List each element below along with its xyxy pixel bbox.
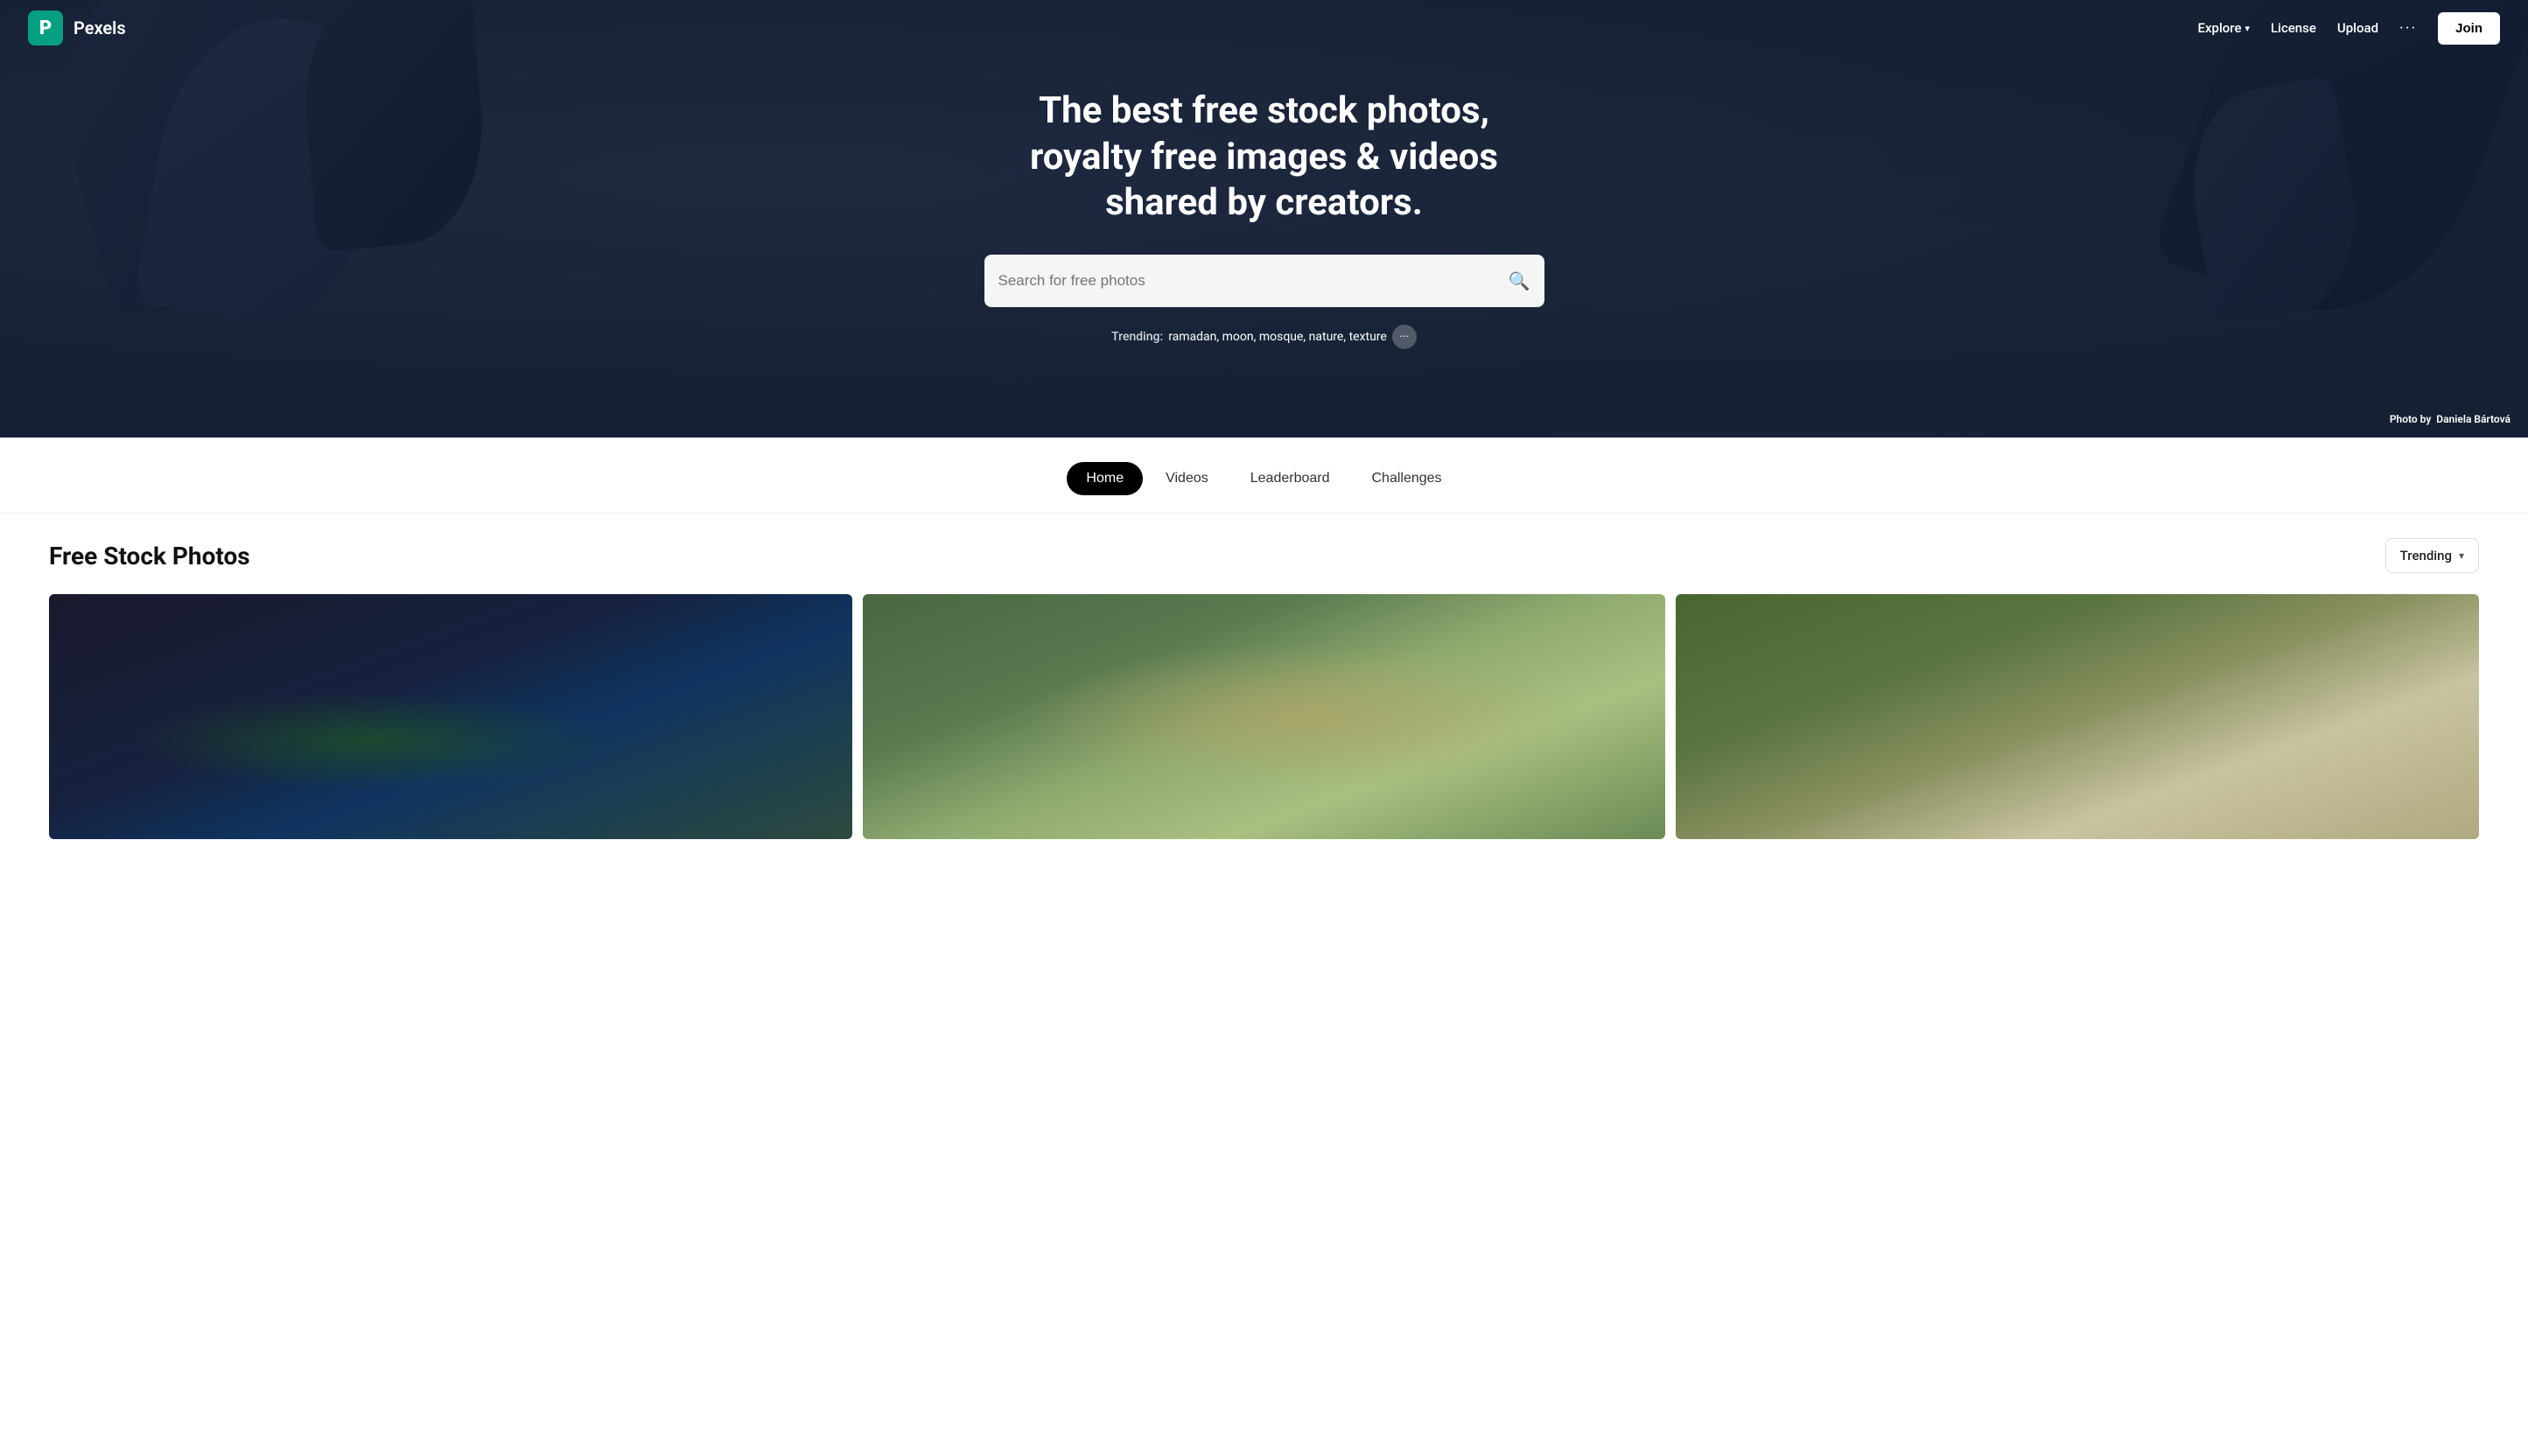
tab-videos[interactable]: Videos [1146,462,1228,495]
trending-links[interactable]: ramadan, moon, mosque, nature, texture [1168,330,1387,344]
trending-label: Trending: [1111,330,1163,344]
tab-leaderboard[interactable]: Leaderboard [1231,462,1349,495]
photo-credit: Photo by Daniela Bártová [2390,413,2510,425]
more-nav-button[interactable]: ··· [2399,19,2417,38]
upload-nav-link[interactable]: Upload [2337,20,2378,36]
sort-chevron-icon: ▾ [2459,550,2464,562]
content-section: Free Stock Photos Trending ▾ [0,514,2528,839]
explore-nav-link[interactable]: Explore ▾ [2198,20,2251,36]
photo-grid [49,594,2479,839]
hero-content: The best free stock photos, royalty free… [0,0,2528,438]
navbar: P Pexels Explore ▾ License Upload ··· Jo… [0,0,2528,56]
tab-challenges[interactable]: Challenges [1353,462,1461,495]
search-bar: 🔍 [984,255,1544,307]
photo-card-2[interactable] [863,594,1666,839]
trending-more-button[interactable]: ··· [1392,325,1417,349]
brand-name: Pexels [74,18,126,38]
navbar-right: Explore ▾ License Upload ··· Join [2198,12,2501,45]
photo-card-1[interactable] [49,594,852,839]
photo-card-3[interactable] [1676,594,2479,839]
license-nav-link[interactable]: License [2271,20,2316,36]
trending-row: Trending: ramadan, moon, mosque, nature,… [1111,325,1417,349]
search-icon[interactable]: 🔍 [1509,270,1530,291]
photo-credit-author[interactable]: Daniela Bártová [2436,413,2510,425]
join-button[interactable]: Join [2438,12,2500,45]
content-header: Free Stock Photos Trending ▾ [49,538,2479,573]
sort-dropdown[interactable]: Trending ▾ [2385,538,2479,573]
search-input[interactable] [998,272,1509,290]
hero-section: The best free stock photos, royalty free… [0,0,2528,438]
pexels-logo-icon[interactable]: P [28,10,63,46]
explore-chevron-icon: ▾ [2244,23,2250,34]
tabs-section: Home Videos Leaderboard Challenges [0,438,2528,514]
navbar-left: P Pexels [28,10,126,46]
tab-home[interactable]: Home [1067,462,1143,495]
section-title: Free Stock Photos [49,542,250,570]
hero-title: The best free stock photos, royalty free… [984,88,1544,227]
